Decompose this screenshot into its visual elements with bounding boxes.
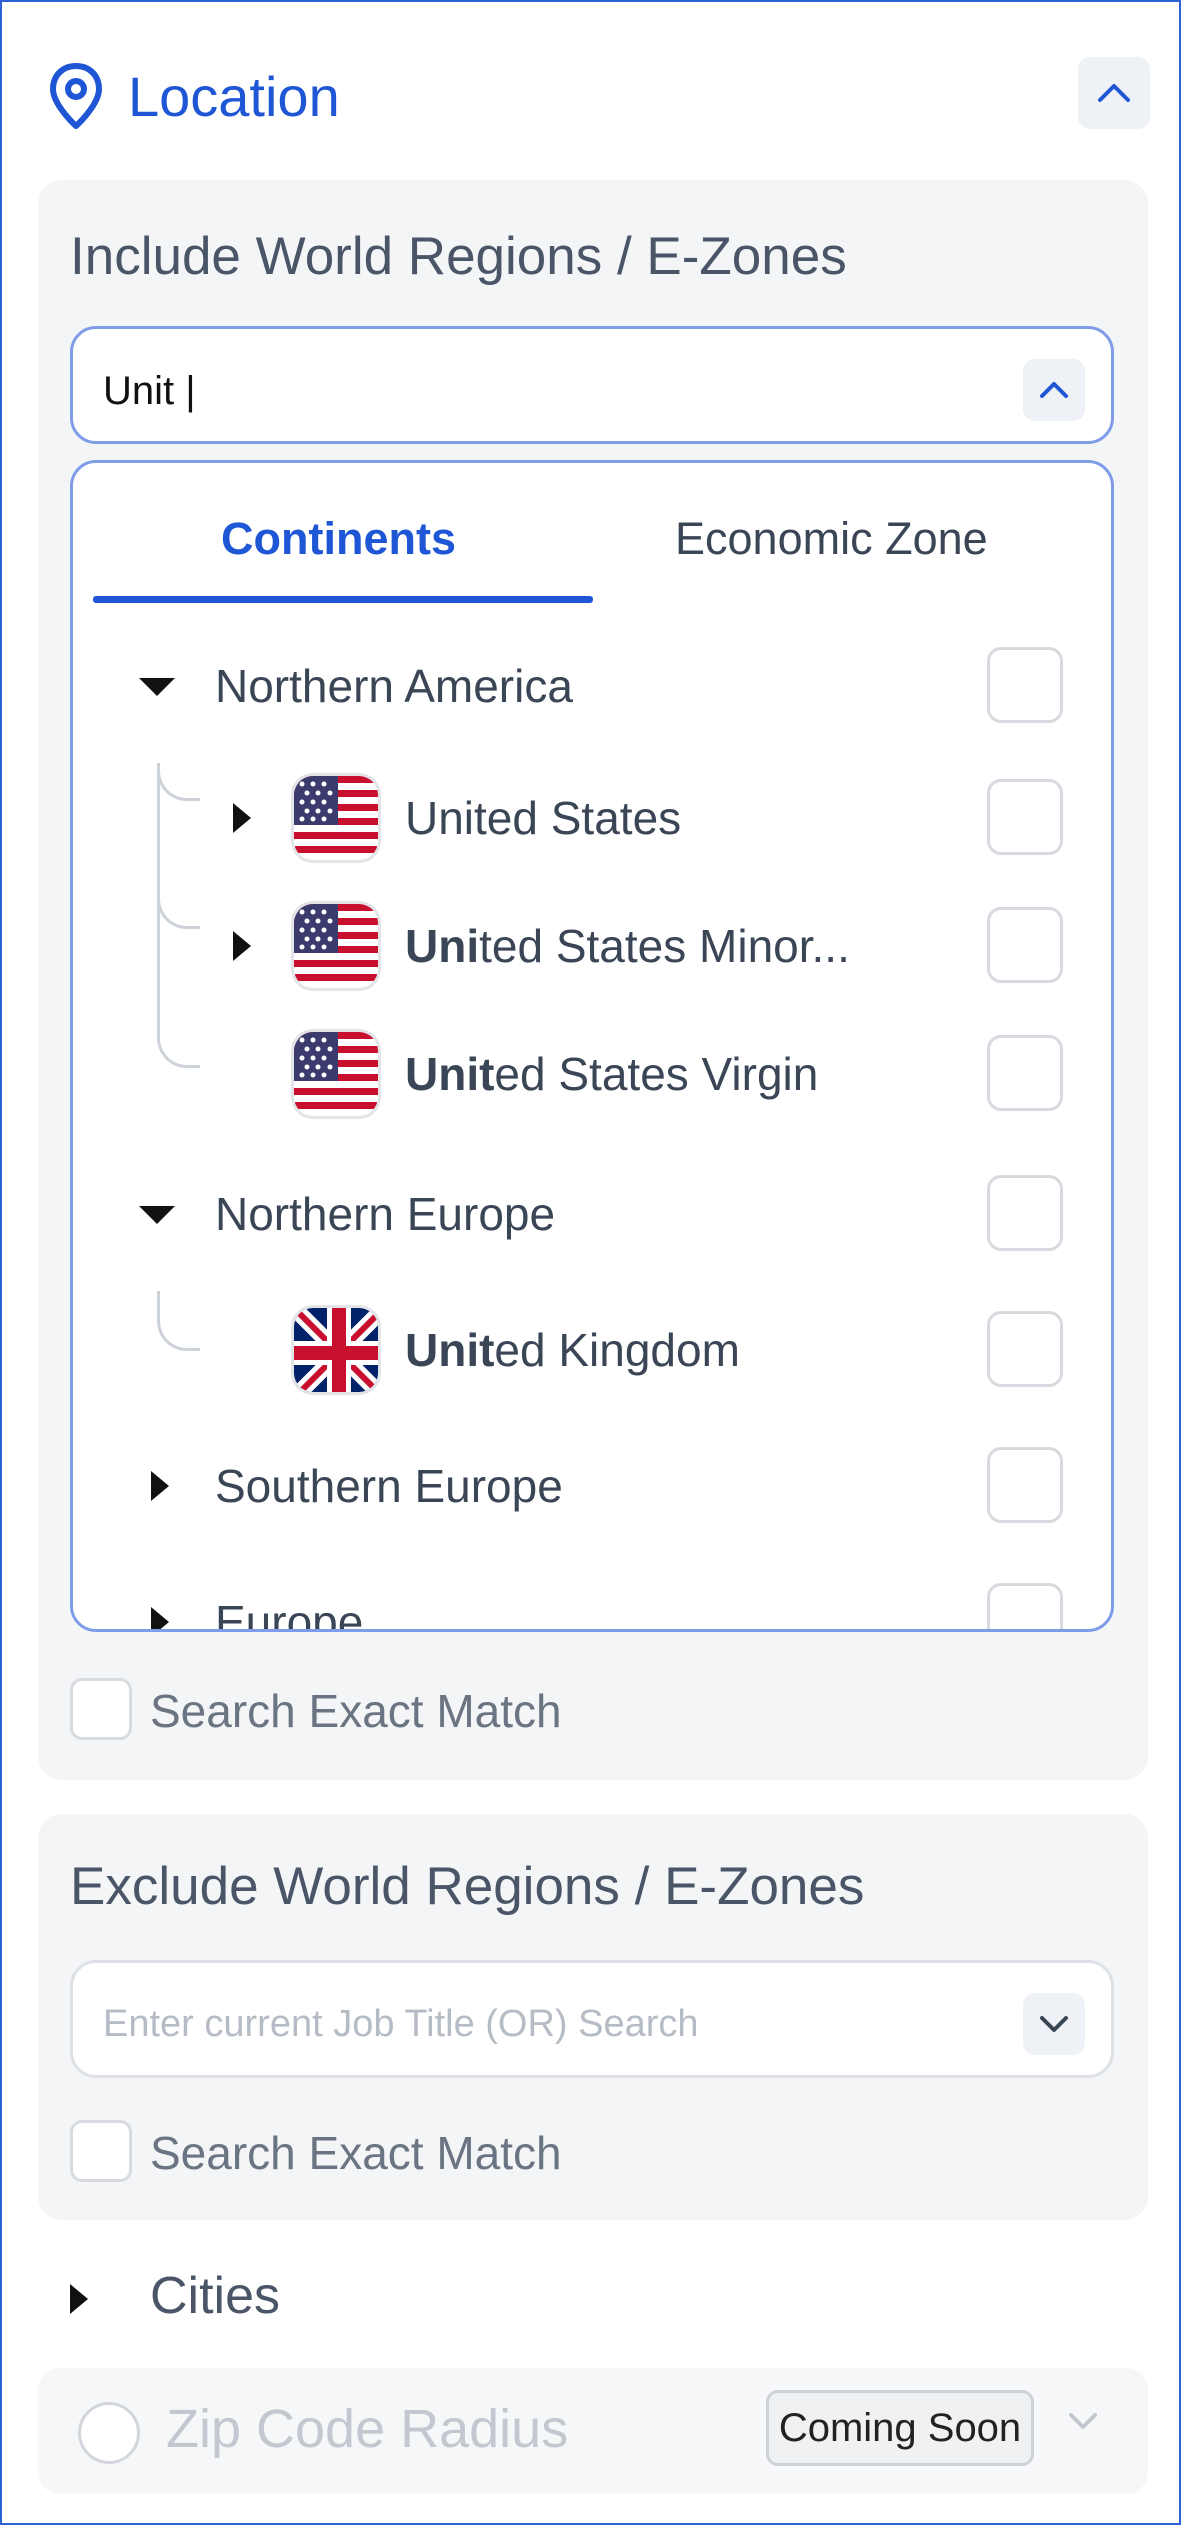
- chevron-up-icon: [1040, 382, 1068, 398]
- us-flag-icon: [291, 1029, 381, 1119]
- cities-label: Cities: [150, 2267, 281, 2325]
- exclude-regions-panel: Exclude World Regions / E-Zones Enter cu…: [38, 1814, 1148, 2220]
- checkbox[interactable]: [987, 1035, 1063, 1111]
- caret-right-icon[interactable]: [70, 2284, 88, 2314]
- zip-code-radio: [78, 2402, 140, 2464]
- location-section-header[interactable]: Location: [42, 52, 1150, 142]
- tree-row-united-kingdom[interactable]: United Kingdom: [73, 1305, 1111, 1395]
- tree-row-southern-europe[interactable]: Southern Europe: [73, 1441, 1111, 1531]
- us-flag-icon: [291, 901, 381, 991]
- chevron-down-icon: [1068, 2412, 1098, 2435]
- tree-row-label: United Kingdom: [405, 1324, 740, 1376]
- caret-right-icon[interactable]: [233, 931, 251, 961]
- checkbox[interactable]: [987, 1447, 1063, 1523]
- tab-economic-zone[interactable]: Economic Zone: [675, 513, 988, 565]
- include-regions-input-value: Unit |: [103, 369, 196, 413]
- tree-row-united-states-minor[interactable]: United States Minor...: [73, 901, 1111, 991]
- tree-row-label: United States Minor...: [405, 920, 850, 972]
- checkbox[interactable]: [987, 907, 1063, 983]
- tree-row-united-states[interactable]: United States: [73, 773, 1111, 863]
- regions-dropdown: Continents Economic Zone Northern Americ…: [70, 460, 1114, 1632]
- zip-code-radius-row: Zip Code Radius Coming Soon: [38, 2368, 1148, 2494]
- location-title: Location: [128, 65, 340, 128]
- zip-code-label: Zip Code Radius: [166, 2399, 569, 2459]
- active-tab-indicator: [93, 596, 593, 603]
- caret-right-icon[interactable]: [233, 803, 251, 833]
- include-regions-panel: Include World Regions / E-Zones Unit | C…: [38, 180, 1148, 1780]
- tab-continents[interactable]: Continents: [221, 513, 456, 565]
- exclude-exact-match-checkbox[interactable]: [70, 2120, 132, 2182]
- tree-row-united-states-virgin[interactable]: United States Virgin: [73, 1029, 1111, 1119]
- location-filter-panel: Location Include World Regions / E-Zones…: [0, 0, 1181, 2525]
- include-regions-input[interactable]: Unit |: [70, 326, 1114, 444]
- tree-row-label: Northern America: [215, 660, 573, 712]
- exclude-regions-input[interactable]: Enter current Job Title (OR) Search: [70, 1960, 1114, 2078]
- tree-row-label: United States: [405, 792, 682, 844]
- exclude-regions-toggle-button[interactable]: [1023, 1993, 1085, 2055]
- tree-row-label: United States Virgin: [405, 1048, 819, 1100]
- exclude-regions-placeholder: Enter current Job Title (OR) Search: [103, 2003, 699, 2045]
- caret-right-icon[interactable]: [151, 1607, 169, 1629]
- map-pin-icon: [48, 62, 104, 132]
- uk-flag-icon: [291, 1305, 381, 1395]
- tree-row-label: Southern Europe: [215, 1460, 563, 1512]
- caret-down-icon[interactable]: [139, 1206, 175, 1224]
- include-exact-match-checkbox[interactable]: [70, 1678, 132, 1740]
- exclude-regions-title: Exclude World Regions / E-Zones: [70, 1857, 865, 1916]
- chevron-down-icon: [1040, 2016, 1068, 2032]
- tree-row-europe[interactable]: Europe: [73, 1577, 1111, 1632]
- checkbox[interactable]: [987, 1583, 1063, 1629]
- checkbox[interactable]: [987, 1175, 1063, 1251]
- include-exact-match-label: Search Exact Match: [150, 1685, 562, 1737]
- caret-right-icon[interactable]: [151, 1471, 169, 1501]
- tree-row-label: Northern Europe: [215, 1188, 556, 1240]
- us-flag-icon: [291, 773, 381, 863]
- location-collapse-button[interactable]: [1078, 57, 1150, 129]
- cities-section-toggle[interactable]: Cities: [70, 2264, 470, 2334]
- checkbox[interactable]: [987, 647, 1063, 723]
- checkbox[interactable]: [987, 779, 1063, 855]
- chevron-up-icon: [1098, 84, 1130, 102]
- tree-row-northern-america[interactable]: Northern America: [73, 641, 1111, 731]
- include-regions-toggle-button[interactable]: [1023, 359, 1085, 421]
- tree-row-northern-europe[interactable]: Northern Europe: [73, 1169, 1111, 1259]
- checkbox[interactable]: [987, 1311, 1063, 1387]
- exclude-exact-match-label: Search Exact Match: [150, 2127, 562, 2179]
- caret-down-icon[interactable]: [139, 678, 175, 696]
- include-regions-title: Include World Regions / E-Zones: [70, 227, 847, 286]
- tree-row-label: Europe: [215, 1596, 364, 1632]
- coming-soon-badge: Coming Soon: [766, 2390, 1034, 2466]
